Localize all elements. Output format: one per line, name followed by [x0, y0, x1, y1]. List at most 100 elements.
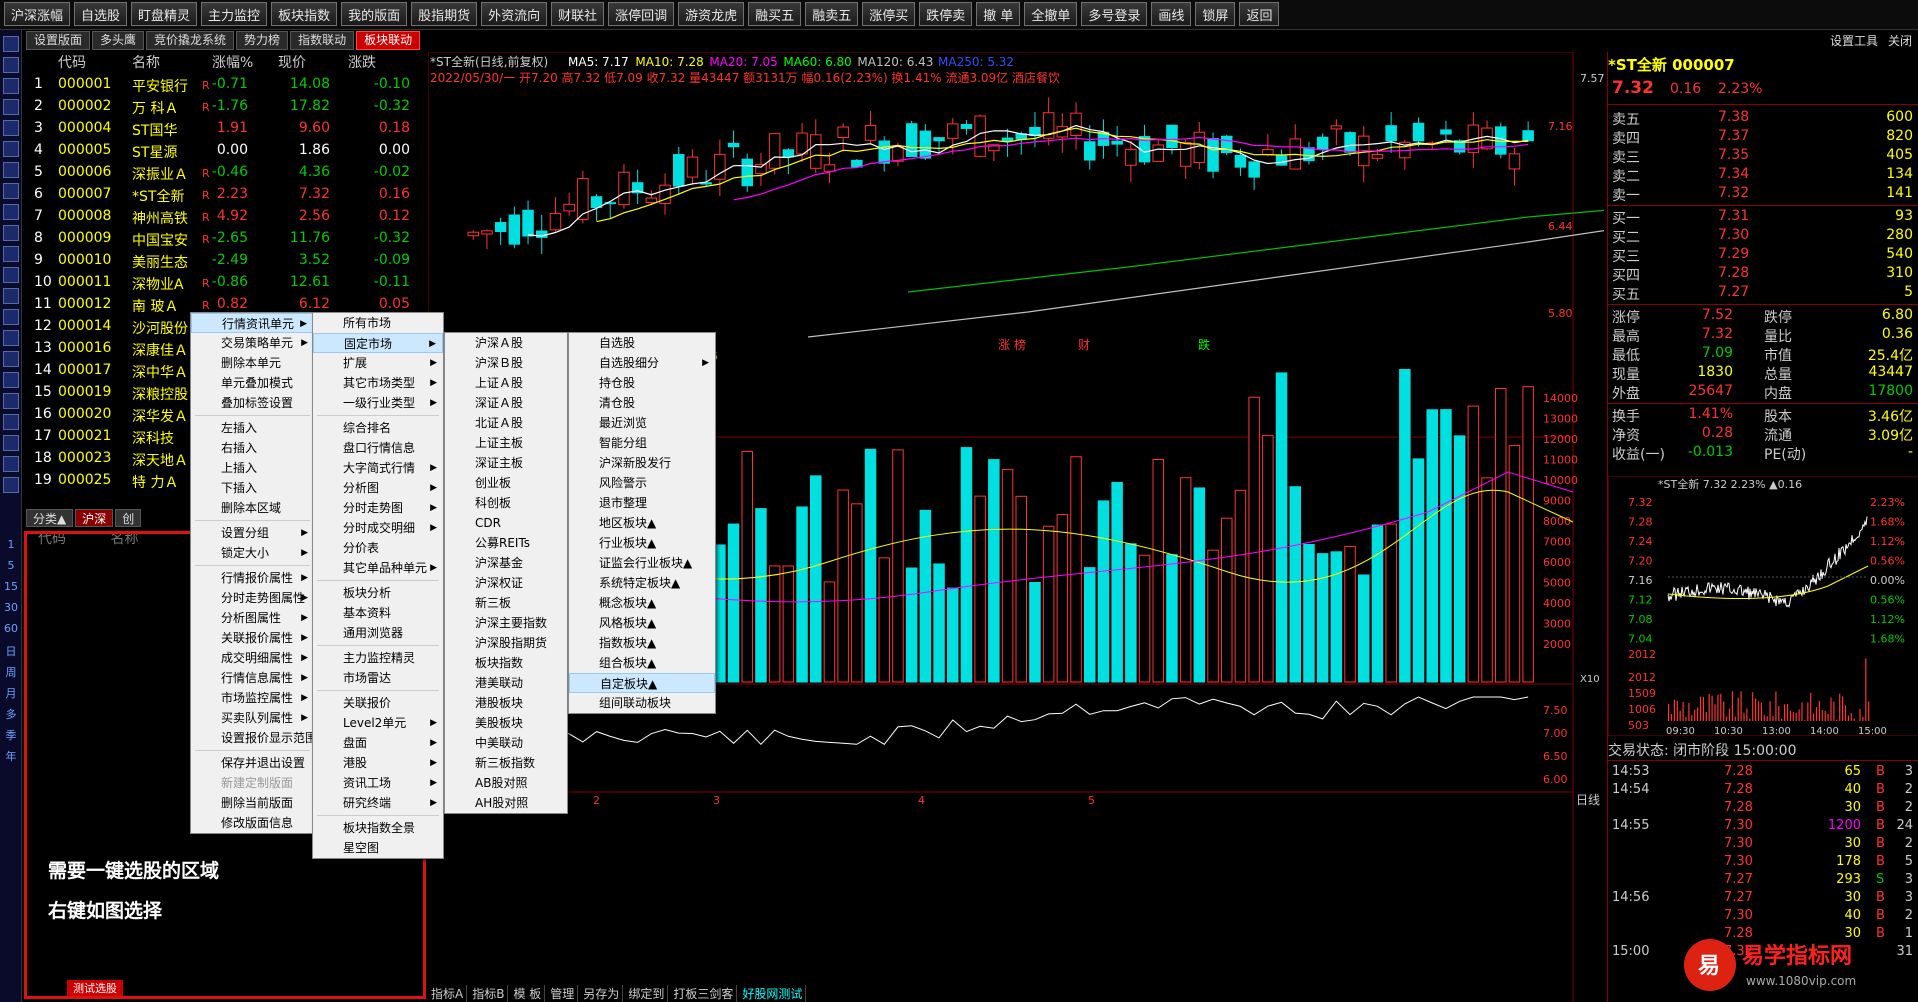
menu-item[interactable]: 行业板块▲ [569, 533, 715, 553]
menu-item[interactable]: 删除本单元 [191, 353, 314, 373]
layout-tab[interactable]: 势力榜 [236, 31, 289, 50]
period-button[interactable]: 60 [2, 622, 20, 635]
table-row[interactable]: 5 000006 深振业Ａ R -0.46 4.36 -0.02 [26, 162, 430, 184]
menu-item[interactable]: 港股 ▶ [313, 753, 443, 773]
toolbar-button[interactable]: 自选股 [74, 2, 128, 26]
layout-tab[interactable]: 设置版面 [26, 31, 91, 50]
layout-tab[interactable]: 多头鹰 [92, 31, 145, 50]
tool-icon[interactable] [3, 309, 19, 325]
close-button[interactable]: 关闭 [1888, 32, 1912, 49]
menu-item[interactable]: 组合板块▲ [569, 653, 715, 673]
table-row[interactable]: 9 000010 美丽生态 -2.49 3.52 -0.09 [26, 250, 430, 272]
table-row[interactable]: 6 000007 *ST全新 R 2.23 7.32 0.16 [26, 184, 430, 206]
menu-item[interactable]: 其它市场类型 ▶ [313, 373, 443, 393]
menu-item[interactable]: 深证主板 [445, 453, 567, 473]
menu-item[interactable]: 市场监控属性 ▶ [191, 688, 314, 708]
toolbar-button[interactable]: 盯盘精灵 [131, 2, 198, 26]
menu-item[interactable]: 自选股细分 ▶ [569, 353, 715, 373]
table-row[interactable]: 3 000004 ST国华 1.91 9.60 0.18 [26, 118, 430, 140]
subtab[interactable]: 沪深 [75, 509, 114, 527]
tool-icon[interactable] [3, 351, 19, 367]
toolbar-button[interactable]: 外资流向 [481, 2, 548, 26]
col-price-header[interactable]: 现价 [278, 52, 306, 72]
menu-item[interactable]: 扩展 ▶ [313, 353, 443, 373]
menu-item[interactable]: 上插入 [191, 458, 314, 478]
indicator-tab[interactable]: 模 板 [510, 985, 546, 1002]
tool-icon[interactable] [3, 393, 19, 409]
indicator-tab[interactable]: 好股网测试 [739, 985, 807, 1002]
menu-item[interactable]: 指数板块▲ [569, 633, 715, 653]
menu-item[interactable]: 单元叠加模式 [191, 373, 314, 393]
tool-icon[interactable] [3, 183, 19, 199]
col-code-header[interactable]: 代码 [58, 52, 86, 72]
tool-icon[interactable] [3, 57, 19, 73]
menu-item[interactable]: 资讯工场 ▶ [313, 773, 443, 793]
menu-item[interactable]: 成交明细属性 ▶ [191, 648, 314, 668]
menu-item[interactable]: 创业板 [445, 473, 567, 493]
period-button[interactable]: 月 [2, 685, 20, 701]
tool-icon[interactable] [3, 456, 19, 472]
menu-item[interactable]: 关联报价属性 ▶ [191, 628, 314, 648]
menu-item[interactable]: CDR [445, 513, 567, 533]
menu-item[interactable]: 公募REITs [445, 533, 567, 553]
period-button[interactable]: 多 [2, 706, 20, 722]
menu-item[interactable]: 沪深基金 [445, 553, 567, 573]
menu-item[interactable]: 最近浏览 [569, 413, 715, 433]
toolbar-button[interactable]: 板块指数 [271, 2, 338, 26]
menu-item[interactable]: 清仓股 [569, 393, 715, 413]
tool-icon[interactable] [3, 372, 19, 388]
menu-item[interactable]: 研究终端 ▶ [313, 793, 443, 813]
menu-item[interactable]: 板块分析 [313, 583, 443, 603]
menu-item[interactable]: 概念板块▲ [569, 593, 715, 613]
menu-item[interactable]: 退市整理 [569, 493, 715, 513]
settings-tools-button[interactable]: 设置工具 [1830, 32, 1878, 49]
menu-item[interactable]: 北证Ａ股 [445, 413, 567, 433]
layout-tab[interactable]: 板块联动 [356, 31, 421, 50]
tool-icon[interactable] [3, 204, 19, 220]
menu-item[interactable]: 所有市场 [313, 313, 443, 333]
tool-icon[interactable] [3, 78, 19, 94]
subtab[interactable]: 创 [115, 509, 142, 527]
tool-icon[interactable] [3, 246, 19, 262]
tool-icon[interactable] [3, 267, 19, 283]
menu-item[interactable]: 删除当前版面 [191, 793, 314, 813]
menu-item[interactable]: 设置报价显示范围 [191, 728, 317, 748]
indicator-tab[interactable]: 绑定到 [625, 985, 669, 1002]
menu-item[interactable]: 沪深股指期货 [445, 633, 567, 653]
menu-item[interactable]: 中美联动 [445, 733, 567, 753]
tool-icon[interactable] [3, 288, 19, 304]
menu-item[interactable]: 保存并退出设置 [191, 753, 314, 773]
menu-item[interactable]: 主力监控精灵 [313, 648, 443, 668]
tool-icon[interactable] [3, 120, 19, 136]
toolbar-button[interactable]: 游资龙虎 [678, 2, 745, 26]
menu-item[interactable]: 风格板块▲ [569, 613, 715, 633]
toolbar-button[interactable]: 全撤单 [1024, 2, 1078, 26]
table-row[interactable]: 8 000009 中国宝安 R -2.65 11.76 -0.32 [26, 228, 430, 250]
toolbar-button[interactable]: 主力监控 [201, 2, 268, 26]
menu-item[interactable]: 分时走势图 ▶ [313, 498, 443, 518]
toolbar-button[interactable]: 财联社 [551, 2, 605, 26]
menu-item[interactable]: 基本资料 [313, 603, 443, 623]
toolbar-button[interactable]: 涨停买 [862, 2, 916, 26]
indicator-tab[interactable]: 打板三剑客 [670, 985, 738, 1002]
menu-item[interactable]: 板块指数 [445, 653, 567, 673]
menu-item[interactable]: 港美联动 [445, 673, 567, 693]
menu-item[interactable]: 右插入 [191, 438, 314, 458]
table-row[interactable]: 4 000005 ST星源 0.00 1.86 0.00 [26, 140, 430, 162]
menu-item[interactable]: 买卖队列属性 ▶ [191, 708, 314, 728]
menu-item[interactable]: Level2单元 ▶ [313, 713, 443, 733]
menu-item[interactable]: 行情报价属性 ▶ [191, 568, 314, 588]
menu-item[interactable]: 板块指数全景 [313, 818, 443, 838]
menu-item[interactable]: 市场雷达 [313, 668, 443, 688]
menu-item[interactable]: 新三板指数 [445, 753, 567, 773]
menu-item[interactable]: 上证主板 [445, 433, 567, 453]
menu-item[interactable]: 交易策略单元 ▶ [191, 333, 314, 353]
menu-item[interactable]: 沪深新股发行 [569, 453, 715, 473]
menu-item[interactable]: 行情资讯单元 ▶ [191, 313, 314, 333]
menu-item[interactable]: 一级行业类型 ▶ [313, 393, 443, 413]
toolbar-button[interactable]: 我的版面 [341, 2, 408, 26]
menu-item[interactable]: 行情信息属性 ▶ [191, 668, 314, 688]
menu-item[interactable]: 删除本区域 [191, 498, 314, 518]
menu-item[interactable]: 下插入 [191, 478, 314, 498]
tool-icon[interactable] [3, 225, 19, 241]
